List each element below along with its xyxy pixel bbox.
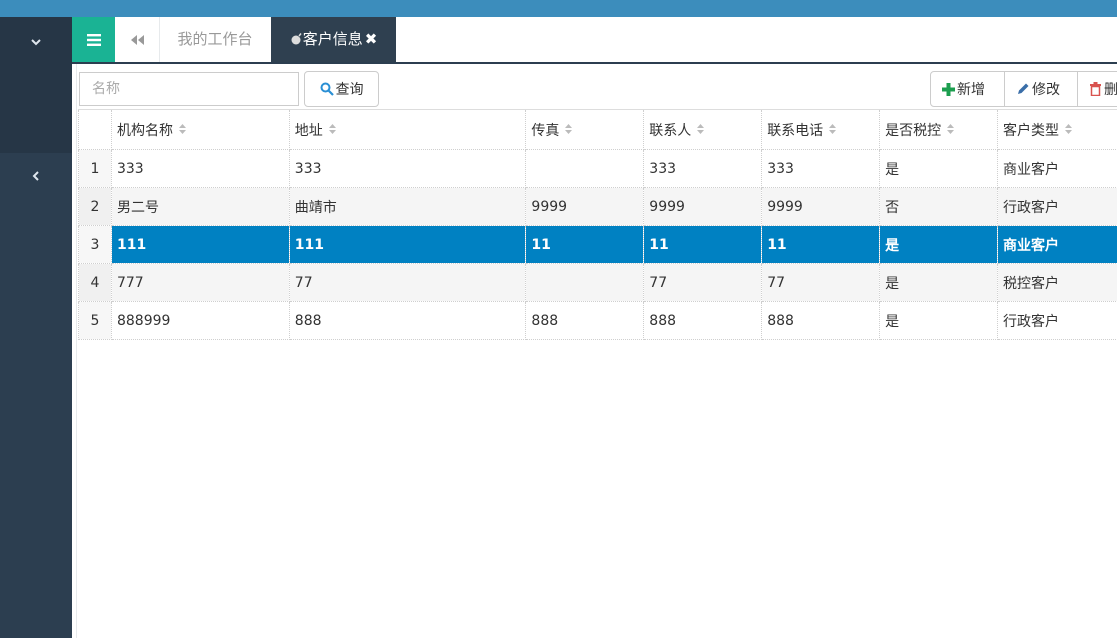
table-cell: 333 [110, 149, 290, 188]
table-cell: 曲靖市 [288, 187, 527, 226]
table-cell: 77 [288, 263, 527, 302]
table-cell: 888 [643, 301, 763, 340]
delete-button[interactable]: 删 [1077, 71, 1117, 107]
table-cell: 行政客户 [997, 187, 1117, 226]
table-cell: 是 [879, 225, 999, 264]
column-header[interactable]: 联系人 [643, 109, 763, 150]
pencil-icon [1016, 82, 1030, 96]
table-cell: 商业客户 [997, 149, 1117, 188]
table-row[interactable]: 5 888999 888 888 888 888 是 行政客户 [78, 301, 1117, 340]
row-number: 4 [78, 263, 112, 302]
table-cell: 888999 [110, 301, 290, 340]
table-cell: 税控客户 [997, 263, 1117, 302]
sort-icon [178, 123, 187, 139]
tab-scroll-left-button[interactable] [115, 17, 160, 62]
row-number: 5 [78, 301, 112, 340]
column-header[interactable]: 地址 [288, 109, 527, 150]
table-cell: 333 [288, 149, 527, 188]
table-cell: 333 [761, 149, 881, 188]
table-cell: 333 [643, 149, 763, 188]
action-button-group: 新增 修改 删 [930, 71, 1117, 107]
sort-icon [696, 123, 705, 139]
table-cell: 111 [288, 225, 527, 264]
table-cell: 77 [761, 263, 881, 302]
table-cell: 11 [525, 225, 645, 264]
sort-icon [1064, 123, 1073, 139]
table-cell [525, 149, 645, 188]
delete-button-label: 删 [1104, 82, 1117, 98]
column-header[interactable]: 客户类型 [997, 109, 1117, 150]
sort-icon [946, 123, 955, 139]
table-cell: 9999 [643, 187, 763, 226]
bars-icon [86, 33, 101, 46]
trash-icon [1089, 82, 1102, 96]
table-cell: 否 [879, 187, 999, 226]
table-cell: 111 [110, 225, 290, 264]
sort-icon [828, 123, 837, 139]
table-row[interactable]: 1 333 333 333 333 是 商业客户 [78, 149, 1117, 188]
table-row-selected[interactable]: 3 111 111 11 11 11 是 商业客户 [78, 225, 1117, 264]
tab-bar: 我的工作台 客户信息 ✖ [72, 17, 1117, 64]
table-cell: 行政客户 [997, 301, 1117, 340]
table-row[interactable]: 2 男二号 曲靖市 9999 9999 9999 否 行政客户 [78, 187, 1117, 226]
table-cell: 888 [761, 301, 881, 340]
top-strip [0, 0, 1117, 17]
chevron-down-icon[interactable] [0, 35, 72, 51]
menu-toggle-button[interactable] [72, 17, 115, 62]
column-header[interactable]: 是否税控 [879, 109, 999, 150]
search-button[interactable]: 查询 [304, 71, 379, 107]
plus-icon [942, 82, 955, 96]
sort-icon [564, 123, 573, 139]
row-number-header [78, 109, 112, 150]
table-cell: 77 [643, 263, 763, 302]
row-number: 3 [78, 225, 112, 264]
table-cell: 是 [879, 301, 999, 340]
row-number: 2 [78, 187, 112, 226]
table-cell: 888 [288, 301, 527, 340]
table-header-row: 机构名称 地址 传真 联系人 联系电话 是否税控 客户类型 [78, 109, 1117, 150]
add-button[interactable]: 新增 [930, 71, 1005, 107]
tab-customer-info[interactable]: 客户信息 ✖ [271, 17, 396, 62]
edit-button-label: 修改 [1032, 82, 1060, 98]
chevron-left-icon[interactable] [0, 170, 72, 186]
table-cell: 9999 [761, 187, 881, 226]
column-header[interactable]: 联系电话 [761, 109, 881, 150]
tab-close-icon[interactable]: ✖ [365, 17, 378, 62]
row-number: 1 [78, 149, 112, 188]
add-button-label: 新增 [957, 82, 985, 98]
search-button-label: 查询 [335, 82, 364, 98]
table-cell: 888 [525, 301, 645, 340]
tab-label: 客户信息 [302, 30, 363, 48]
table-cell: 男二号 [110, 187, 290, 226]
column-header[interactable]: 传真 [525, 109, 645, 150]
search-icon [320, 82, 334, 96]
table-cell: 是 [879, 149, 999, 188]
double-left-arrow-icon [131, 34, 144, 45]
edit-button[interactable]: 修改 [1004, 71, 1078, 107]
table-cell [525, 263, 645, 302]
sort-icon [328, 123, 337, 139]
table-row[interactable]: 4 777 77 77 77 是 税控客户 [78, 263, 1117, 302]
main-content: 查询 新增 修改 删 [76, 64, 1117, 638]
table-cell: 9999 [525, 187, 645, 226]
search-input[interactable] [79, 72, 299, 106]
table-cell: 商业客户 [997, 225, 1117, 264]
column-header[interactable]: 机构名称 [110, 109, 290, 150]
table-cell: 11 [761, 225, 881, 264]
tab-workbench[interactable]: 我的工作台 [160, 17, 270, 62]
bomb-icon [291, 33, 302, 45]
table-cell: 是 [879, 263, 999, 302]
table-cell: 777 [110, 263, 290, 302]
table-cell: 11 [643, 225, 763, 264]
customer-table: 机构名称 地址 传真 联系人 联系电话 是否税控 客户类型 1 333 333 … [78, 109, 1117, 340]
sidebar [0, 17, 72, 638]
